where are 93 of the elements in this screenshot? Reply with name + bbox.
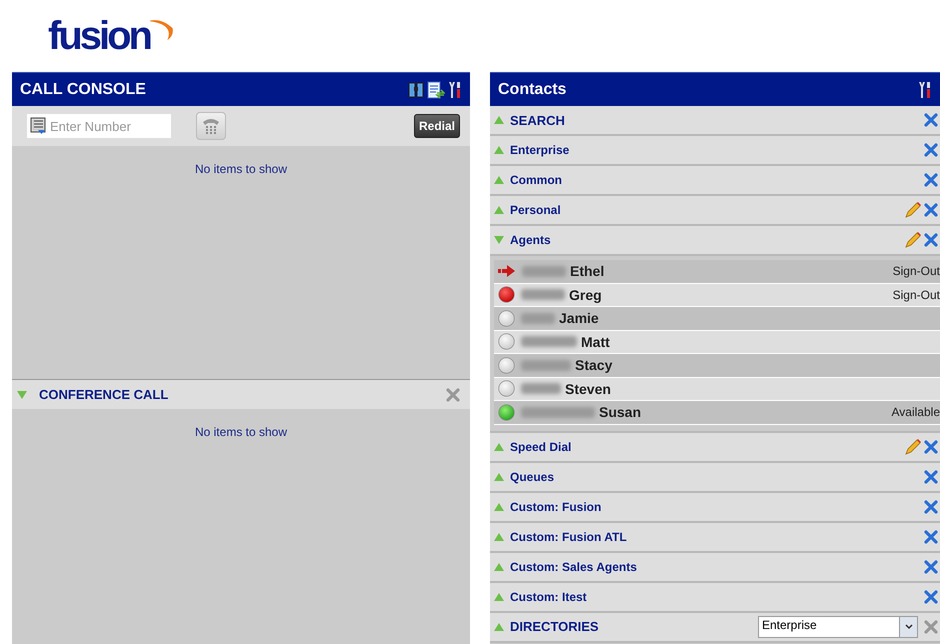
pencil-icon[interactable] (904, 231, 922, 249)
agent-name[interactable]: Steven (565, 380, 611, 397)
tools-icon[interactable] (918, 80, 932, 98)
binoculars-icon[interactable] (408, 80, 424, 98)
phone-icon (202, 116, 220, 136)
agent-status: Sign-Out (892, 264, 940, 278)
collapsed-triangle-icon[interactable] (494, 502, 504, 510)
section-header[interactable]: Custom: Fusion (490, 492, 940, 522)
section-title[interactable]: SEARCH (510, 112, 565, 128)
dial-button[interactable] (196, 112, 226, 140)
section-title[interactable]: Queues (510, 470, 554, 484)
section-title[interactable]: Common (510, 173, 562, 187)
section-header[interactable]: Enterprise (490, 136, 940, 166)
number-input-field[interactable]: Enter Number (27, 114, 171, 138)
collapsed-triangle-icon[interactable] (494, 206, 504, 214)
section-header[interactable]: Agents (490, 226, 940, 256)
section-title[interactable]: Agents (510, 233, 551, 247)
close-icon[interactable] (924, 590, 938, 604)
section-header[interactable]: Custom: Fusion ATL (490, 522, 940, 552)
agent-name[interactable]: Jamie (559, 310, 599, 326)
close-icon[interactable] (924, 440, 938, 454)
redacted-name (522, 266, 566, 277)
section-title[interactable]: Speed Dial (510, 440, 572, 454)
redial-button[interactable]: Redial (414, 114, 460, 138)
section-title[interactable]: CONFERENCE CALL (39, 387, 168, 402)
redacted-name (521, 360, 571, 371)
close-icon[interactable] (924, 620, 938, 634)
close-icon[interactable] (924, 500, 938, 514)
phone-book-icon (30, 117, 46, 135)
collapsed-triangle-icon[interactable] (494, 442, 504, 450)
close-icon[interactable] (924, 143, 938, 157)
close-icon[interactable] (446, 388, 460, 402)
section-title[interactable]: Custom: Itest (510, 590, 587, 604)
tools-icon[interactable] (448, 80, 462, 98)
section-header[interactable]: Speed Dial (490, 432, 940, 462)
collapsed-triangle-icon[interactable] (494, 472, 504, 480)
expanded-triangle-icon[interactable] (494, 236, 504, 244)
section-header[interactable]: Common (490, 166, 940, 196)
status-dot-icon (498, 286, 515, 304)
collapsed-triangle-icon[interactable] (494, 532, 504, 540)
status-dot-icon (498, 333, 515, 350)
collapsed-triangle-icon[interactable] (494, 116, 504, 124)
close-icon[interactable] (924, 470, 938, 484)
pencil-icon[interactable] (904, 438, 922, 456)
section-header[interactable]: Custom: Itest (490, 582, 940, 612)
status-dot-icon (498, 356, 515, 374)
section-header[interactable]: Queues (490, 462, 940, 492)
status-dot-icon (498, 380, 515, 398)
pencil-icon[interactable] (904, 201, 922, 219)
agent-name[interactable]: Matt (581, 334, 610, 350)
close-icon[interactable] (924, 203, 938, 217)
section-title[interactable]: Enterprise (510, 143, 570, 157)
close-icon[interactable] (924, 173, 938, 187)
collapsed-triangle-icon[interactable] (494, 592, 504, 600)
redacted-name (521, 336, 577, 348)
directory-dropdown[interactable]: Enterprise (758, 616, 918, 638)
empty-message: No items to show (194, 162, 288, 176)
panel-title: Contacts (498, 80, 566, 98)
status-dot-icon (498, 310, 515, 327)
notepad-icon[interactable] (427, 80, 445, 98)
section-header[interactable]: Personal (490, 196, 940, 226)
section-header[interactable]: Custom: Sales Agents (490, 552, 940, 582)
agent-name[interactable]: Stacy (575, 357, 612, 374)
redacted-name (521, 383, 561, 394)
collapsed-triangle-icon[interactable] (494, 146, 504, 154)
close-icon[interactable] (924, 233, 938, 247)
redacted-name (521, 289, 565, 300)
section-header[interactable]: DIRECTORIES Enterprise (490, 612, 940, 642)
panel-title: CALL CONSOLE (20, 80, 146, 98)
agent-name[interactable]: Susan (599, 404, 642, 420)
close-icon[interactable] (924, 530, 938, 544)
collapsed-triangle-icon[interactable] (494, 562, 504, 570)
section-title[interactable]: Personal (510, 203, 561, 217)
collapsed-triangle-icon[interactable] (494, 622, 504, 630)
agent-status: Sign-Out (892, 288, 940, 302)
collapsed-triangle-icon[interactable] (494, 176, 504, 184)
section-title[interactable]: Custom: Fusion (510, 500, 602, 514)
agent-name[interactable]: Greg (569, 286, 602, 303)
arrow-icon (498, 265, 516, 278)
section-header[interactable]: SEARCH (490, 106, 940, 136)
section-title[interactable]: Custom: Sales Agents (510, 560, 637, 574)
section-title[interactable]: Custom: Fusion ATL (510, 530, 627, 544)
section-title[interactable]: DIRECTORIES (510, 619, 599, 634)
redacted-name (521, 312, 555, 324)
caret-icon (904, 624, 912, 630)
logo: fusion (48, 14, 150, 58)
empty-message: No items to show (194, 425, 288, 439)
close-icon[interactable] (924, 113, 938, 127)
status-dot-icon (498, 404, 515, 421)
agent-name[interactable]: Ethel (570, 263, 604, 280)
agent-status: Available (892, 405, 940, 420)
close-icon[interactable] (924, 560, 938, 574)
expanded-triangle-icon[interactable] (17, 390, 27, 398)
